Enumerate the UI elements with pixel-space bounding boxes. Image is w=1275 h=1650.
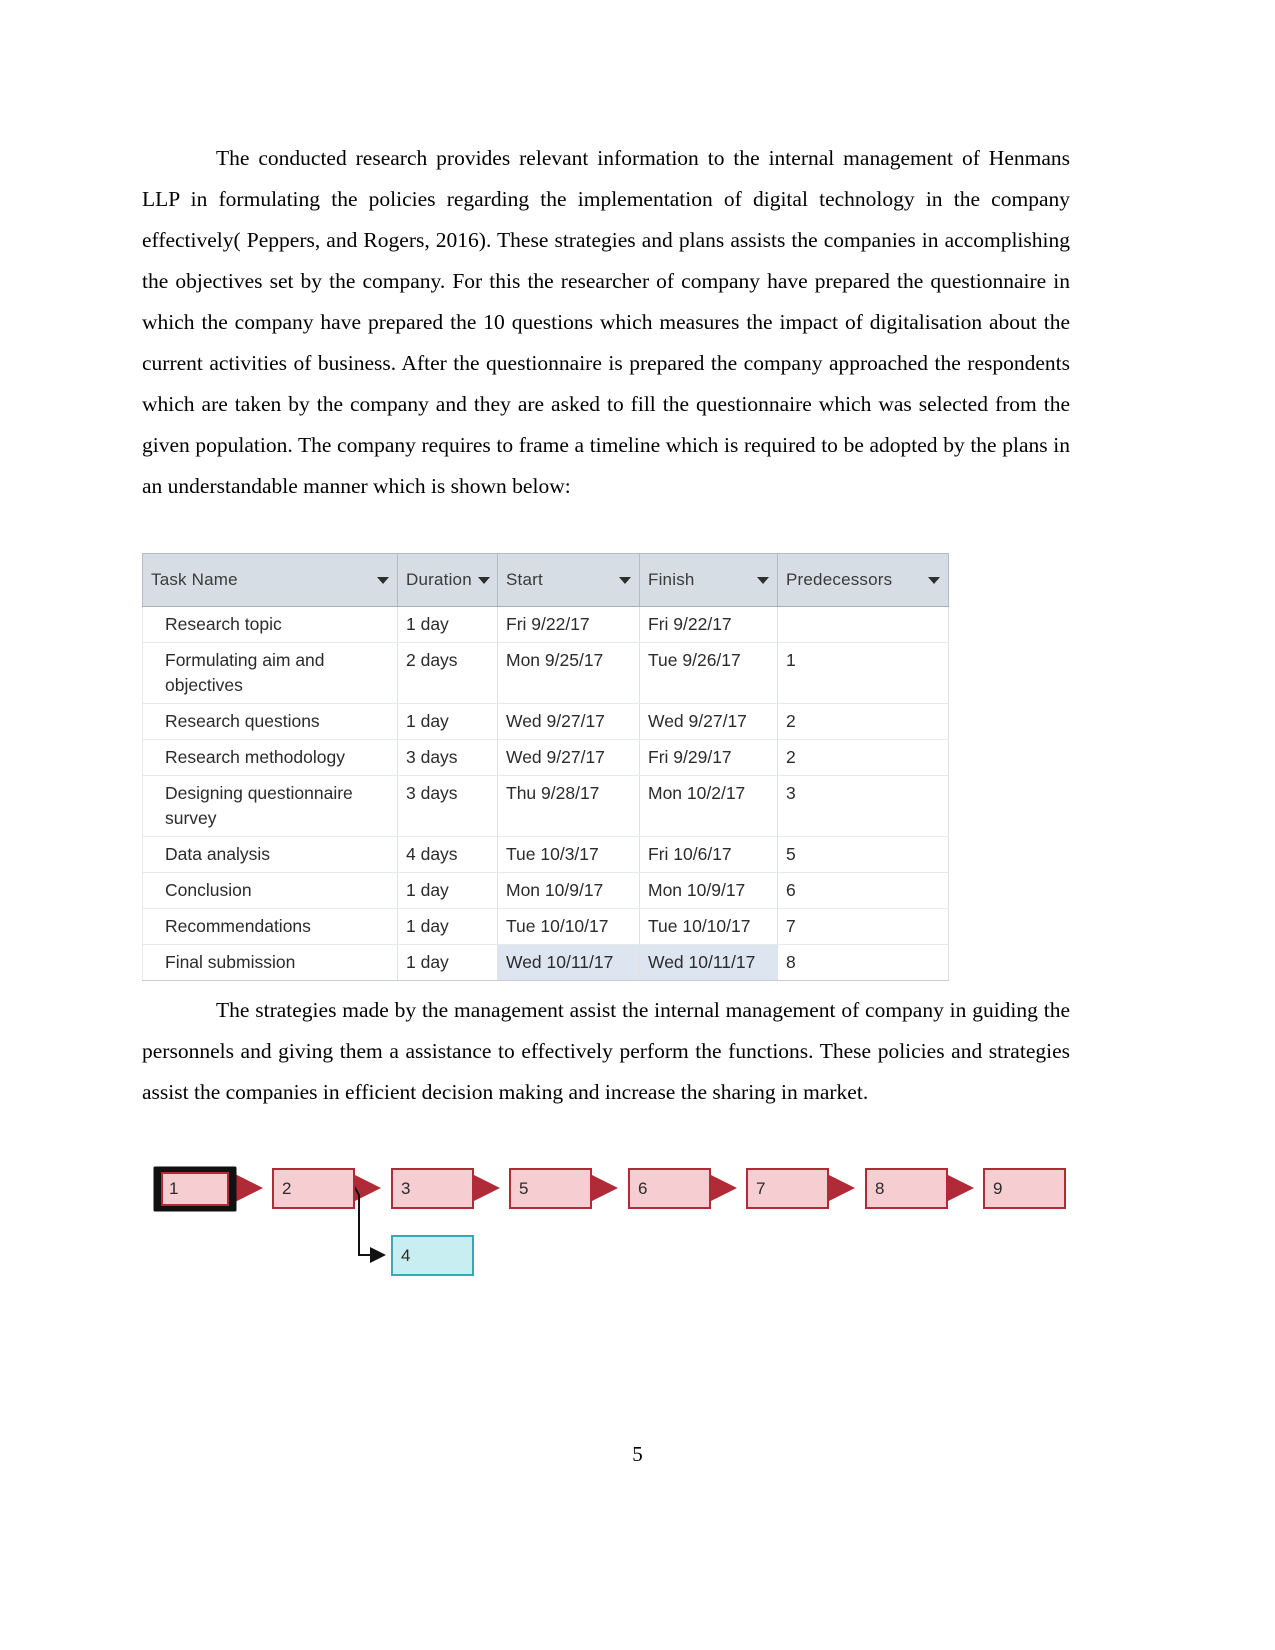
diagram-node-6[interactable]: 6 xyxy=(628,1168,711,1209)
network-diagram: 1 2 3 5 6 7 8 9 4 xyxy=(142,1155,1082,1305)
document-page: The conducted research provides relevant… xyxy=(0,0,1275,1650)
table-row[interactable]: Formulating aim and objectives 2 days Mo… xyxy=(142,642,949,704)
paragraph-one: The conducted research provides relevant… xyxy=(142,146,1070,498)
table-row[interactable]: Research topic 1 day Fri 9/22/17 Fri 9/2… xyxy=(142,606,949,643)
diagram-node-8[interactable]: 8 xyxy=(865,1168,948,1209)
cell-task-name: Research questions xyxy=(142,703,398,740)
diagram-node-3[interactable]: 3 xyxy=(391,1168,474,1209)
cell-duration: 1 day xyxy=(397,872,498,909)
table-row[interactable]: Research methodology 3 days Wed 9/27/17 … xyxy=(142,739,949,776)
cell-finish: Tue 9/26/17 xyxy=(639,642,778,704)
cell-predecessors: 1 xyxy=(777,642,949,704)
cell-predecessors: 2 xyxy=(777,703,949,740)
node-label: 4 xyxy=(401,1246,410,1265)
cell-predecessors: 2 xyxy=(777,739,949,776)
body-text-bottom: The strategies made by the management as… xyxy=(142,990,1070,1113)
column-header-task-name[interactable]: Task Name xyxy=(142,553,398,607)
diagram-node-2[interactable]: 2 xyxy=(272,1168,355,1209)
filter-dropdown-icon[interactable] xyxy=(619,576,631,584)
project-schedule-table: Task Name Duration Start Finish Predeces… xyxy=(142,553,949,981)
node-label: 7 xyxy=(756,1179,765,1198)
cell-start: Tue 10/10/17 xyxy=(497,908,640,945)
node-label: 6 xyxy=(638,1179,647,1198)
cell-start: Fri 9/22/17 xyxy=(497,606,640,643)
node-label: 5 xyxy=(519,1179,528,1198)
cell-predecessors: 5 xyxy=(777,836,949,873)
filter-dropdown-icon[interactable] xyxy=(377,576,389,584)
column-header-label: Start xyxy=(506,570,543,589)
column-header-label: Duration xyxy=(406,570,472,589)
cell-start: Mon 10/9/17 xyxy=(497,872,640,909)
cell-duration: 1 day xyxy=(397,908,498,945)
cell-finish: Mon 10/9/17 xyxy=(639,872,778,909)
column-header-start[interactable]: Start xyxy=(497,553,640,607)
column-header-predecessors[interactable]: Predecessors xyxy=(777,553,949,607)
column-header-label: Finish xyxy=(648,570,695,589)
table-row[interactable]: Recommendations 1 day Tue 10/10/17 Tue 1… xyxy=(142,908,949,945)
cell-finish: Fri 10/6/17 xyxy=(639,836,778,873)
cell-start: Wed 10/11/17 xyxy=(497,944,640,981)
cell-predecessors: 8 xyxy=(777,944,949,981)
diagram-node-7[interactable]: 7 xyxy=(746,1168,829,1209)
diagram-node-1[interactable]: 1 xyxy=(153,1166,237,1212)
cell-task-name: Research topic xyxy=(142,606,398,643)
node-label: 3 xyxy=(401,1179,410,1198)
table-row[interactable]: Data analysis 4 days Tue 10/3/17 Fri 10/… xyxy=(142,836,949,873)
table-row[interactable]: Designing questionnaire survey 3 days Th… xyxy=(142,775,949,837)
cell-task-name: Formulating aim and objectives xyxy=(142,642,398,704)
cell-start: Thu 9/28/17 xyxy=(497,775,640,837)
cell-finish: Fri 9/22/17 xyxy=(639,606,778,643)
filter-dropdown-icon[interactable] xyxy=(477,576,490,584)
edge-2-4 xyxy=(353,1185,386,1263)
page-number: 5 xyxy=(632,1442,643,1466)
cell-duration: 1 day xyxy=(397,606,498,643)
cell-duration: 4 days xyxy=(397,836,498,873)
cell-duration: 3 days xyxy=(397,739,498,776)
column-header-duration[interactable]: Duration xyxy=(397,553,498,607)
body-text-top: The conducted research provides relevant… xyxy=(142,138,1070,507)
cell-predecessors: 7 xyxy=(777,908,949,945)
column-header-label: Predecessors xyxy=(786,570,893,589)
column-header-finish[interactable]: Finish xyxy=(639,553,778,607)
table-header-row: Task Name Duration Start Finish Predeces… xyxy=(142,553,949,607)
cell-task-name: Recommendations xyxy=(142,908,398,945)
cell-duration: 1 day xyxy=(397,703,498,740)
task-table: Task Name Duration Start Finish Predeces… xyxy=(142,553,949,981)
diagram-node-9[interactable]: 9 xyxy=(983,1168,1066,1209)
cell-task-name: Designing questionnaire survey xyxy=(142,775,398,837)
cell-finish: Fri 9/29/17 xyxy=(639,739,778,776)
cell-finish: Wed 10/11/17 xyxy=(639,944,778,981)
cell-predecessors: 3 xyxy=(777,775,949,837)
cell-predecessors xyxy=(777,606,949,643)
table-row-selected[interactable]: Final submission 1 day Wed 10/11/17 Wed … xyxy=(142,944,949,981)
table-row[interactable]: Conclusion 1 day Mon 10/9/17 Mon 10/9/17… xyxy=(142,872,949,909)
cell-predecessors: 6 xyxy=(777,872,949,909)
column-header-label: Task Name xyxy=(151,570,238,589)
cell-task-name: Research methodology xyxy=(142,739,398,776)
diagram-node-5[interactable]: 5 xyxy=(509,1168,592,1209)
cell-start: Wed 9/27/17 xyxy=(497,739,640,776)
cell-duration: 2 days xyxy=(397,642,498,704)
cell-task-name: Conclusion xyxy=(142,872,398,909)
cell-start: Mon 9/25/17 xyxy=(497,642,640,704)
cell-task-name: Final submission xyxy=(142,944,398,981)
node-label: 9 xyxy=(993,1179,1002,1198)
diagram-node-4[interactable]: 4 xyxy=(391,1235,474,1276)
cell-start: Tue 10/3/17 xyxy=(497,836,640,873)
paragraph-two: The strategies made by the management as… xyxy=(142,998,1070,1104)
cell-duration: 1 day xyxy=(397,944,498,981)
cell-duration: 3 days xyxy=(397,775,498,837)
table-row[interactable]: Research questions 1 day Wed 9/27/17 Wed… xyxy=(142,703,949,740)
cell-finish: Wed 9/27/17 xyxy=(639,703,778,740)
node-label: 8 xyxy=(875,1179,884,1198)
cell-task-name: Data analysis xyxy=(142,836,398,873)
cell-finish: Mon 10/2/17 xyxy=(639,775,778,837)
node-label: 1 xyxy=(169,1179,178,1198)
cell-start: Wed 9/27/17 xyxy=(497,703,640,740)
filter-dropdown-icon[interactable] xyxy=(757,576,769,584)
filter-dropdown-icon[interactable] xyxy=(928,576,940,584)
cell-finish: Tue 10/10/17 xyxy=(639,908,778,945)
node-label: 2 xyxy=(282,1179,291,1198)
